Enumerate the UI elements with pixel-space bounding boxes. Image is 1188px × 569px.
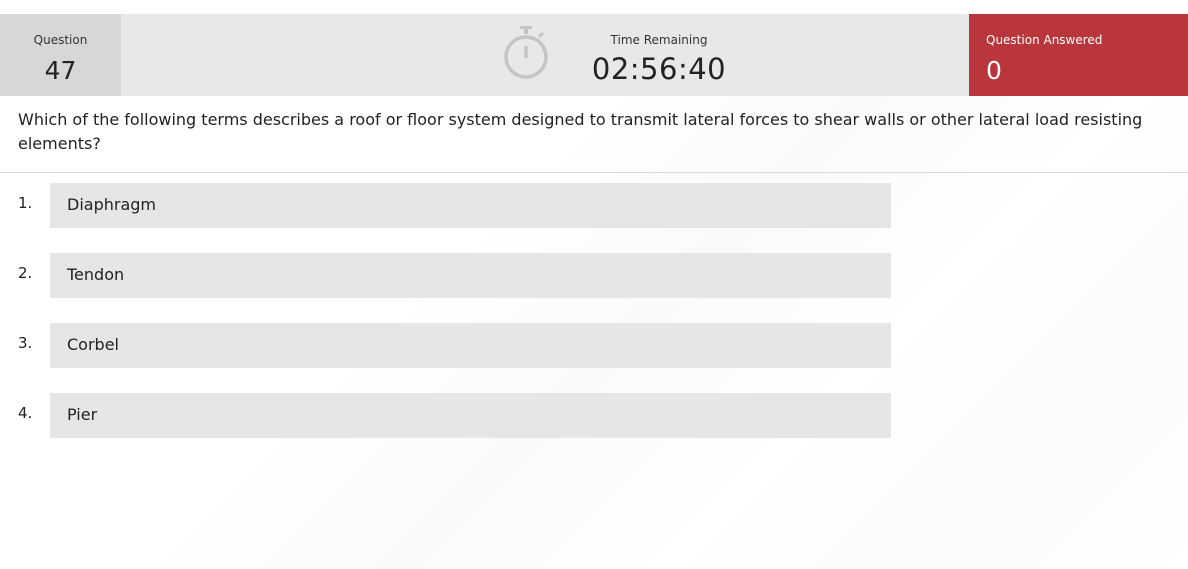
choice-number: 3. xyxy=(18,334,33,352)
choice-button[interactable]: Corbel xyxy=(50,323,891,368)
question-text: Which of the following terms describes a… xyxy=(18,110,1143,153)
choice-label: Pier xyxy=(67,405,98,424)
questions-answered-counter: Question Answered 0 xyxy=(969,14,1188,96)
question-label: Question xyxy=(33,33,88,47)
choice-button[interactable]: Diaphragm xyxy=(50,183,891,228)
choice-label: Corbel xyxy=(67,335,119,354)
choice-number: 2. xyxy=(18,264,33,282)
time-remaining-label: Time Remaining xyxy=(610,33,708,47)
choice-number: 4. xyxy=(18,404,33,422)
choice-label: Diaphragm xyxy=(67,195,156,214)
exam-header: Question 47 Time Remaining 02:56:40 Ques… xyxy=(0,14,1188,96)
stopwatch-icon xyxy=(500,24,552,84)
answer-choice-2[interactable]: 2. Tendon xyxy=(0,253,900,299)
choice-button[interactable]: Pier xyxy=(50,393,891,438)
choice-number: 1. xyxy=(18,194,33,212)
time-remaining-value: 02:56:40 xyxy=(591,52,727,86)
answer-choice-3[interactable]: 3. Corbel xyxy=(0,323,900,369)
top-strip xyxy=(0,0,1188,14)
exam-page: Question 47 Time Remaining 02:56:40 Ques… xyxy=(0,0,1188,569)
choice-button[interactable]: Tendon xyxy=(50,253,891,298)
answer-choice-1[interactable]: 1. Diaphragm xyxy=(0,183,900,229)
answered-label: Question Answered xyxy=(986,33,1103,47)
answer-choice-4[interactable]: 4. Pier xyxy=(0,393,900,439)
question-counter: Question 47 xyxy=(0,14,121,96)
divider xyxy=(0,172,1188,173)
choice-label: Tendon xyxy=(67,265,125,284)
question-number: 47 xyxy=(44,56,77,85)
answered-value: 0 xyxy=(986,56,1002,85)
